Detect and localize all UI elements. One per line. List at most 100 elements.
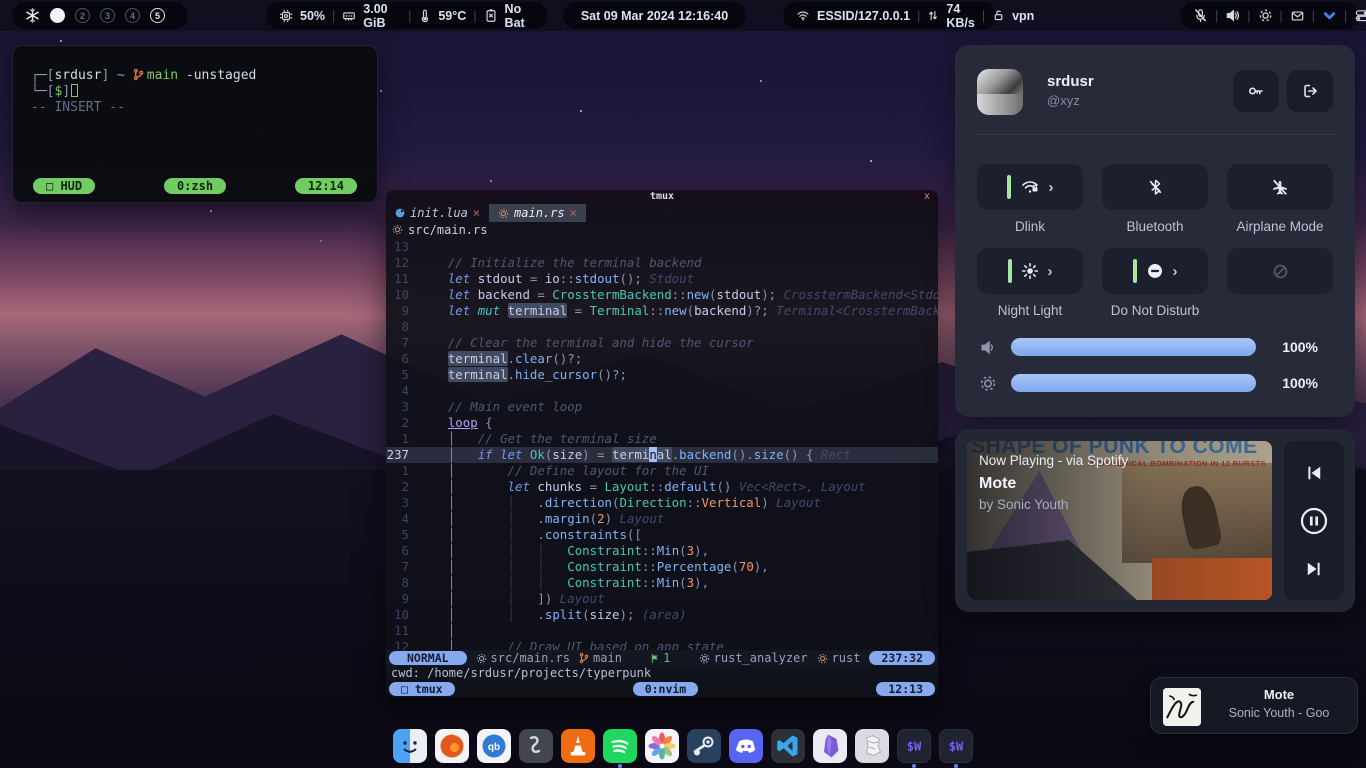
volume-slider[interactable]	[1011, 338, 1256, 356]
mode-indicator: NORMAL	[389, 651, 467, 665]
system-stats-widget[interactable]: 50% | 3.00 GiB | 59°C | No Bat	[266, 2, 548, 29]
statusbar-session[interactable]: □ HUD	[33, 178, 95, 194]
chevron-down-icon[interactable]	[1322, 8, 1337, 23]
terminal-window[interactable]: ┌─[srdusr] ~ main -unstaged └─[$] -- INS…	[12, 45, 378, 203]
code-line[interactable]: 9 │ │ ]) Layout	[386, 591, 938, 607]
code-line[interactable]: 6 terminal.clear()?;	[386, 351, 938, 367]
code-line[interactable]: 11 │	[386, 623, 938, 639]
chevron-right-icon[interactable]: ›	[1049, 179, 1054, 196]
network-widget[interactable]: ESSID/127.0.0.1 | 74 KB/s | vpn	[783, 2, 997, 29]
dock-icon-media-app[interactable]	[519, 729, 553, 763]
prompt-line-2: └─[$]	[31, 84, 256, 100]
previous-track-button[interactable]	[1304, 463, 1324, 483]
line-number: 12	[386, 255, 418, 271]
dock-icon-vlc[interactable]	[561, 729, 595, 763]
quick-toggle-bluetooth[interactable]	[1102, 164, 1208, 210]
workspace-3[interactable]: 3	[100, 8, 115, 23]
code-line[interactable]: 4	[386, 383, 938, 399]
code-line[interactable]: 7 // Clear the terminal and hide the cur…	[386, 335, 938, 351]
code-area[interactable]: 1312 // Initialize the terminal backend1…	[386, 239, 938, 650]
code-line[interactable]: 2 │ let chunks = Layout::default() Vec<R…	[386, 479, 938, 495]
command-line[interactable]: cwd: /home/srdusr/projects/typerpunk	[386, 666, 938, 681]
tab-init-lua[interactable]: init.lua ×	[386, 204, 489, 222]
quick-toggle-night-light[interactable]: ›	[977, 248, 1083, 294]
dock-icon-discord[interactable]	[729, 729, 763, 763]
dock-icon-wterm2[interactable]: $W	[939, 729, 973, 763]
quick-label-airplane: Airplane Mode	[1215, 219, 1345, 234]
logout-button[interactable]	[1287, 70, 1333, 112]
editor-window[interactable]: tmux x init.lua × main.rs × src/main.rs …	[386, 190, 938, 697]
volume-tray-icon[interactable]	[1225, 8, 1240, 23]
pause-button[interactable]	[1299, 506, 1329, 536]
dock-icon-photos[interactable]	[645, 729, 679, 763]
code-line-current[interactable]: 237 │ if let Ok(size) = terminal.backend…	[386, 447, 938, 463]
line-number: 4	[386, 383, 418, 399]
workspace-4[interactable]: 4	[125, 8, 140, 23]
quick-toggle-dlink[interactable]: ›	[977, 164, 1083, 210]
line-number: 12	[386, 639, 418, 650]
line-number: 1	[386, 463, 418, 479]
code-line[interactable]: 5 │ │ .constraints([	[386, 527, 938, 543]
line-number: 237	[386, 447, 418, 463]
code-line[interactable]: 10 │ │ .split(size); (area)	[386, 607, 938, 623]
tmux-window[interactable]: 0:nvim	[633, 682, 699, 696]
code-line[interactable]: 2 loop {	[386, 415, 938, 431]
window-titlebar[interactable]: tmux	[386, 190, 938, 204]
line-number: 3	[386, 495, 418, 511]
dock-icon-spotify[interactable]	[603, 729, 637, 763]
workspace-1[interactable]	[50, 8, 65, 23]
chevron-right-icon[interactable]: ›	[1048, 263, 1053, 280]
code-line[interactable]: 6 │ │ │ Constraint::Min(3),	[386, 543, 938, 559]
workspace-5[interactable]: 5	[150, 8, 165, 23]
dock-icon-trash[interactable]	[855, 729, 889, 763]
code-line[interactable]: 13	[386, 239, 938, 255]
chevron-right-icon[interactable]: ›	[1173, 263, 1178, 280]
mail-icon[interactable]	[1290, 9, 1305, 23]
brightness-slider[interactable]	[1011, 374, 1256, 392]
launcher-logo-icon[interactable]	[25, 8, 40, 23]
tmux-session[interactable]: □ tmux	[389, 682, 455, 696]
user-avatar[interactable]	[977, 69, 1023, 115]
code-line[interactable]: 1 │ // Get the terminal size	[386, 431, 938, 447]
quick-toggle-dnd[interactable]: ›	[1102, 248, 1208, 294]
window-close-button[interactable]: x	[924, 190, 930, 204]
toggles-panel-icon[interactable]	[1354, 8, 1366, 23]
next-track-button[interactable]	[1304, 559, 1324, 579]
workspace-2[interactable]: 2	[75, 8, 90, 23]
tab-main-rs[interactable]: main.rs ×	[489, 204, 586, 222]
clock-widget[interactable]: Sat 09 Mar 2024 12:16:40	[563, 2, 746, 29]
code-line[interactable]: 3 │ │ .direction(Direction::Vertical) La…	[386, 495, 938, 511]
git-branch-icon	[579, 652, 589, 664]
code-line[interactable]: 5 terminal.hide_cursor()?;	[386, 367, 938, 383]
code-line[interactable]: 12 │ // Draw UI based on app state	[386, 639, 938, 650]
code-line[interactable]: 8 │ │ │ Constraint::Min(3),	[386, 575, 938, 591]
code-line[interactable]: 4 │ │ .margin(2) Layout	[386, 511, 938, 527]
dock-icon-qbittorrent[interactable]: qb	[477, 729, 511, 763]
dock-icon-steam[interactable]	[687, 729, 721, 763]
dock-icon-firefox[interactable]	[435, 729, 469, 763]
active-indicator	[1007, 175, 1011, 199]
dock-icon-file-manager[interactable]	[393, 729, 427, 763]
microphone-muted-icon[interactable]	[1193, 8, 1208, 23]
code-line[interactable]: 11 let stdout = io::stdout(); Stdout	[386, 271, 938, 287]
quick-toggle-airplane[interactable]	[1227, 164, 1333, 210]
settings-gear-icon[interactable]	[1258, 8, 1273, 23]
code-line[interactable]: 10 let backend = CrosstermBackend::new(s…	[386, 287, 938, 303]
tab-close-icon[interactable]: ×	[473, 206, 480, 220]
dock-icon-vscode[interactable]	[771, 729, 805, 763]
tab-close-icon[interactable]: ×	[570, 206, 577, 220]
code-line[interactable]: 7 │ │ │ Constraint::Percentage(70),	[386, 559, 938, 575]
dock-icon-wterm[interactable]: $W	[897, 729, 931, 763]
quick-toggle-blocked[interactable]	[1227, 248, 1333, 294]
code-line[interactable]: 3 // Main event loop	[386, 399, 938, 415]
notification-popup[interactable]: Mote Sonic Youth - Goo	[1150, 677, 1358, 734]
dock-icon-obsidian[interactable]	[813, 729, 847, 763]
code-line[interactable]: 8	[386, 319, 938, 335]
code-line[interactable]: 1 │ // Define layout for the UI	[386, 463, 938, 479]
lock-keys-button[interactable]	[1233, 70, 1279, 112]
code-line[interactable]: 9 let mut terminal = Terminal::new(backe…	[386, 303, 938, 319]
code-line[interactable]: 12 // Initialize the terminal backend	[386, 255, 938, 271]
volume-icon	[979, 339, 997, 356]
statusbar-window[interactable]: 0:zsh	[164, 178, 226, 194]
album-art[interactable]: SHAPE OF PUNK TO COME A CHIMERICAL BOMBI…	[967, 441, 1272, 600]
